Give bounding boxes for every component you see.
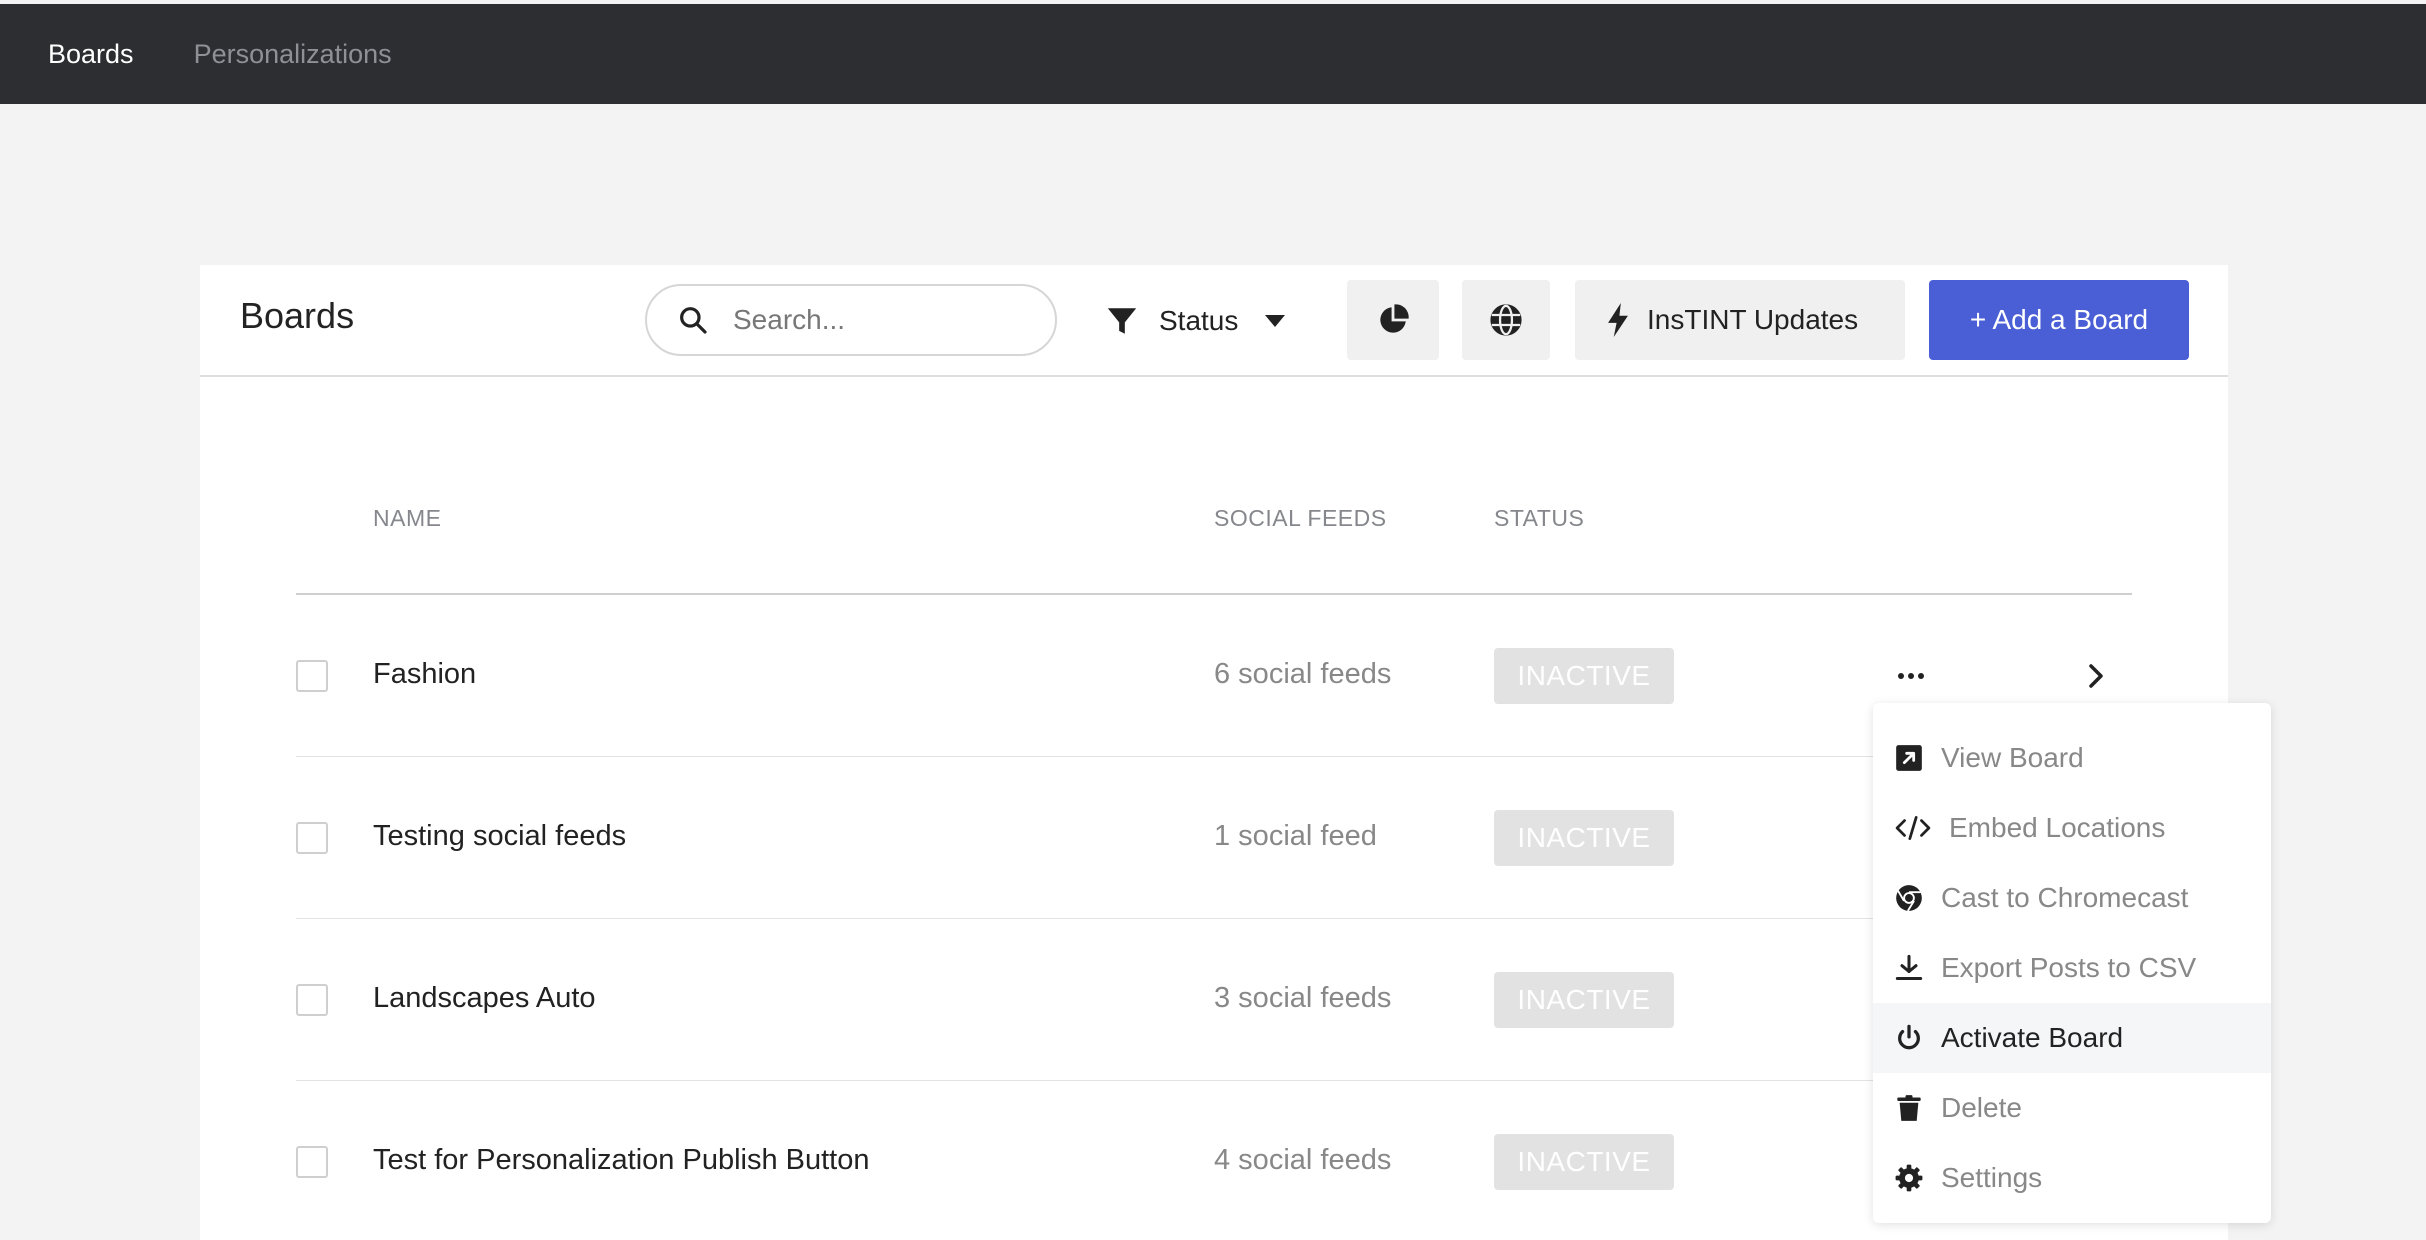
menu-item-view-board[interactable]: View Board (1873, 723, 2271, 793)
search-icon (680, 307, 707, 334)
pie-chart-icon (1380, 304, 1409, 333)
row-checkbox[interactable] (296, 984, 328, 1016)
trash-icon (1897, 1095, 1921, 1121)
nav-item-personalizations[interactable]: Personalizations (194, 39, 392, 70)
menu-item-delete[interactable]: Delete (1873, 1073, 2271, 1143)
external-link-icon (1896, 745, 1922, 771)
board-actions-menu: View Board Embed Locations Cast to Chrom… (1873, 703, 2271, 1223)
column-header-status: STATUS (1494, 505, 1585, 531)
boards-table: NAME SOCIAL FEEDS STATUS Fashion 6 socia… (296, 505, 2132, 1240)
menu-item-embed-locations[interactable]: Embed Locations (1873, 793, 2271, 863)
table-row[interactable]: Test for Personalization Publish Button … (296, 1081, 2132, 1240)
menu-item-label: Settings (1941, 1162, 2043, 1193)
bolt-icon (1608, 303, 1628, 337)
social-feeds-count: 6 social feeds (1214, 658, 1392, 690)
page-title: Boards (240, 295, 355, 336)
globe-icon (1490, 304, 1522, 336)
chrome-icon (1896, 885, 1922, 912)
instint-updates-label: InsTINT Updates (1647, 304, 1859, 335)
row-checkbox[interactable] (296, 822, 328, 854)
status-badge: INACTIVE (1494, 1134, 1674, 1190)
menu-item-export-posts-csv[interactable]: Export Posts to CSV (1873, 933, 2271, 1003)
table-row[interactable]: Landscapes Auto 3 social feeds INACTIVE (296, 919, 2132, 1081)
language-button[interactable] (1462, 280, 1550, 360)
menu-item-label: Delete (1941, 1092, 2022, 1123)
status-badge: INACTIVE (1494, 648, 1674, 704)
download-icon (1895, 954, 1923, 981)
row-checkbox[interactable] (296, 1146, 328, 1178)
power-icon (1898, 1024, 1920, 1050)
menu-item-label: Export Posts to CSV (1941, 952, 2197, 983)
table-row[interactable]: Testing social feeds 1 social feed INACT… (296, 757, 2132, 919)
board-name[interactable]: Fashion (373, 658, 476, 691)
status-badge: INACTIVE (1494, 972, 1674, 1028)
search-input[interactable] (733, 304, 1033, 336)
instint-updates-button[interactable]: InsTINT Updates (1575, 280, 1905, 360)
board-name[interactable]: Testing social feeds (373, 820, 626, 853)
status-badge: INACTIVE (1494, 810, 1674, 866)
menu-item-label: Embed Locations (1949, 812, 2166, 843)
menu-item-activate-board[interactable]: Activate Board (1873, 1003, 2271, 1073)
social-feeds-count: 1 social feed (1214, 820, 1377, 852)
more-options-icon[interactable] (1896, 663, 1926, 689)
status-filter-dropdown[interactable]: Status (1105, 285, 1286, 357)
card-header: Boards Status (200, 265, 2228, 377)
code-icon (1895, 816, 1931, 840)
gear-icon (1895, 1164, 1923, 1192)
add-board-button[interactable]: + Add a Board (1929, 280, 2189, 360)
table-row[interactable]: Fashion 6 social feeds INACTIVE (296, 595, 2132, 757)
board-name[interactable]: Landscapes Auto (373, 982, 596, 1015)
table-header: NAME SOCIAL FEEDS STATUS (296, 505, 2132, 595)
column-header-name: NAME (373, 505, 442, 531)
menu-item-settings[interactable]: Settings (1873, 1143, 2271, 1213)
row-checkbox[interactable] (296, 660, 328, 692)
filter-icon (1107, 308, 1137, 334)
analytics-button[interactable] (1347, 280, 1439, 360)
social-feeds-count: 4 social feeds (1214, 1144, 1392, 1176)
menu-item-label: Activate Board (1941, 1022, 2124, 1053)
nav-item-boards[interactable]: Boards (48, 39, 134, 70)
board-name[interactable]: Test for Personalization Publish Button (373, 1144, 870, 1177)
social-feeds-count: 3 social feeds (1214, 982, 1392, 1014)
menu-item-cast-to-chromecast[interactable]: Cast to Chromecast (1873, 863, 2271, 933)
chevron-right-icon[interactable] (2086, 661, 2106, 691)
column-header-social-feeds: SOCIAL FEEDS (1214, 505, 1387, 531)
menu-item-label: Cast to Chromecast (1941, 882, 2189, 913)
caret-down-icon (1265, 315, 1286, 327)
search-box[interactable] (645, 284, 1057, 356)
top-nav: Boards Personalizations (0, 4, 2426, 104)
status-filter-label: Status (1159, 305, 1239, 336)
menu-item-label: View Board (1941, 742, 2084, 773)
